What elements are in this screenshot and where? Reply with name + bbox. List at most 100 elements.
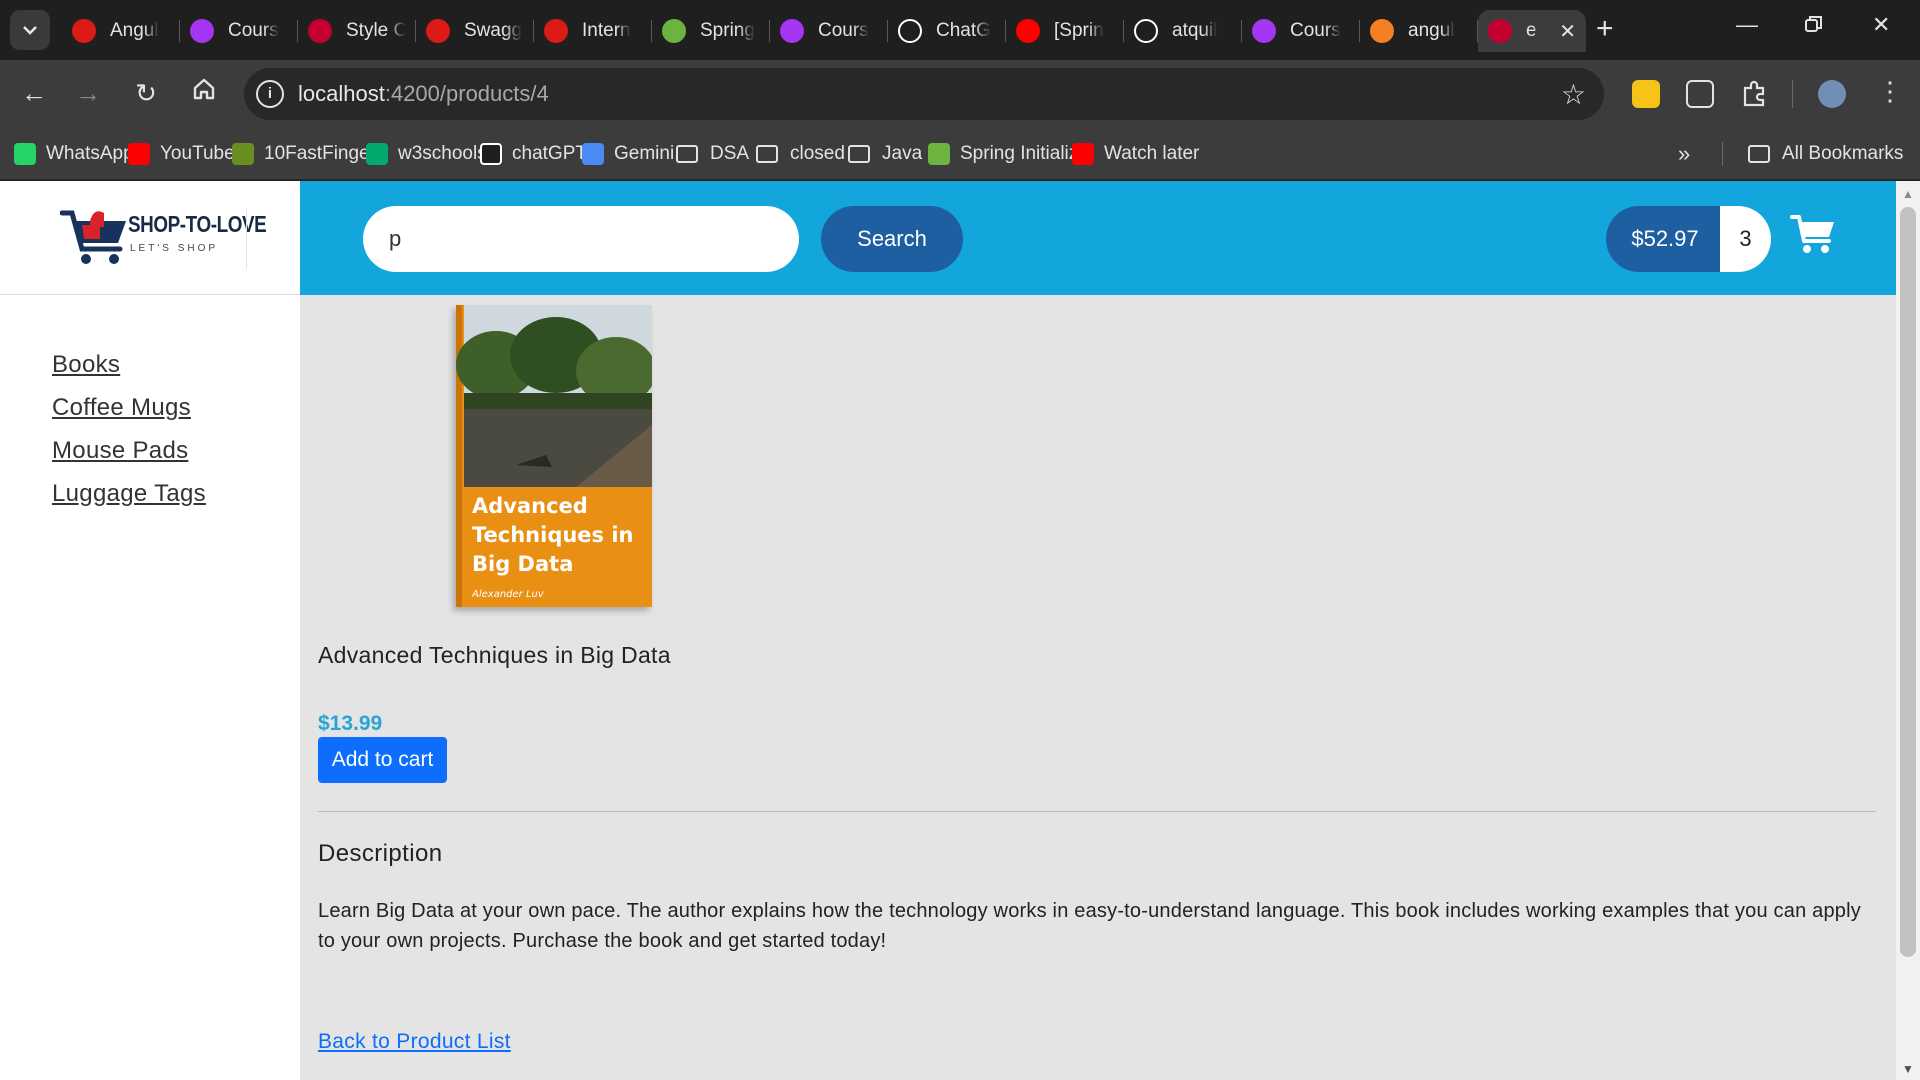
search-button[interactable]: Search <box>821 206 963 272</box>
browser-tab[interactable]: Cours <box>180 10 298 52</box>
bookmark-item[interactable]: 10FastFingers <box>232 140 385 168</box>
chevron-down-icon <box>23 26 37 35</box>
tab-search-button[interactable] <box>10 10 50 50</box>
add-to-cart-button[interactable]: Add to cart <box>318 737 447 783</box>
bookmark-item[interactable]: Watch later <box>1072 140 1199 168</box>
category-link-mouse-pads[interactable]: Mouse Pads <box>52 437 206 465</box>
cart-icon[interactable] <box>1790 213 1836 255</box>
tab-title: Cours <box>228 20 279 41</box>
bookmark-item[interactable]: w3schools <box>366 140 487 168</box>
browser-tab[interactable]: ChatG <box>888 10 1006 52</box>
cart-total: $52.97 <box>1606 206 1724 272</box>
bookmark-label: DSA <box>710 143 750 164</box>
close-tab-icon[interactable]: ✕ <box>1559 19 1576 44</box>
browser-tab[interactable]: Cours <box>1242 10 1360 52</box>
restore-icon[interactable] <box>1804 14 1824 40</box>
cart-quantity: 3 <box>1720 206 1771 272</box>
all-bookmarks-button[interactable]: All Bookmarks <box>1748 140 1903 168</box>
bookmark-label: chatGPT <box>512 143 587 164</box>
bookmark-label: WhatsApp <box>46 143 134 164</box>
reload-icon[interactable]: ↻ <box>128 78 164 108</box>
cover-author: Alexander Luv <box>471 589 545 600</box>
tab-title: Cours <box>1290 20 1341 41</box>
forward-arrow-icon[interactable]: → <box>70 78 106 108</box>
media-control-icon[interactable] <box>1686 80 1714 108</box>
all-bookmarks-label: All Bookmarks <box>1782 143 1904 164</box>
bookmark-item[interactable]: WhatsApp <box>14 140 134 168</box>
bookmark-item[interactable]: DSA <box>676 140 749 168</box>
youtube-icon <box>1072 143 1094 165</box>
category-link-books[interactable]: Books <box>52 351 206 379</box>
cover-title-line: Techniques in <box>472 523 634 547</box>
spring-icon <box>928 143 950 165</box>
address-bar[interactable]: i localhost:4200/products/4 ☆ <box>244 68 1604 120</box>
scroll-down-icon[interactable]: ▼ <box>1902 1062 1914 1076</box>
web-page: SHOP-TO-LOVE LET'S SHOP Books Coffee Mug… <box>0 181 1920 1080</box>
site-logo[interactable]: SHOP-TO-LOVE LET'S SHOP <box>0 181 300 295</box>
spring-icon <box>662 19 686 43</box>
github-icon <box>1134 19 1158 43</box>
category-link-coffee-mugs[interactable]: Coffee Mugs <box>52 394 206 422</box>
browser-tab[interactable]: e ✕ <box>1478 10 1586 52</box>
w3schools-icon <box>366 143 388 165</box>
cover-title-line: Advanced <box>472 494 588 518</box>
scroll-up-icon[interactable]: ▲ <box>1902 187 1914 201</box>
kebab-menu-icon[interactable]: ⋮ <box>1872 76 1908 106</box>
bookmark-item[interactable]: Gemini <box>582 140 674 168</box>
bookmarks-overflow-icon[interactable]: » <box>1678 140 1690 168</box>
bookmark-item[interactable]: Spring Initializr <box>928 140 1085 168</box>
tab-title: e <box>1526 20 1537 41</box>
site-info-icon[interactable]: i <box>256 80 284 108</box>
home-icon[interactable] <box>186 76 222 108</box>
udemy-icon <box>190 19 214 43</box>
tab-title: angul <box>1408 20 1455 41</box>
cover-title-line: Big Data <box>472 552 573 576</box>
browser-tab[interactable]: Swagg <box>416 10 534 52</box>
bookmark-item[interactable]: chatGPT <box>480 140 587 168</box>
category-link-luggage-tags[interactable]: Luggage Tags <box>52 480 206 508</box>
browser-tab[interactable]: Intern <box>534 10 652 52</box>
browser-tab[interactable]: atquil <box>1124 10 1242 52</box>
youtube-icon <box>128 143 150 165</box>
bookmark-item[interactable]: Java <box>848 140 922 168</box>
browser-tab[interactable]: Angul <box>62 10 180 52</box>
profile-avatar[interactable] <box>1818 80 1846 108</box>
browser-tab[interactable]: Style C <box>298 10 416 52</box>
page-scrollbar[interactable]: ▲ ▼ <box>1896 181 1920 1080</box>
back-arrow-icon[interactable]: ← <box>16 78 52 108</box>
bookmark-label: Gemini <box>614 143 675 164</box>
browser-tab[interactable]: angul <box>1360 10 1478 52</box>
folder-icon <box>1748 145 1770 163</box>
bookmarks-bar: » All Bookmarks WhatsApp YouTube 10FastFin… <box>0 128 1920 180</box>
product-name: Advanced Techniques in Big Data <box>318 642 671 668</box>
youtube-icon <box>1016 19 1040 43</box>
bookmark-item[interactable]: closed <box>756 140 845 168</box>
browser-tab[interactable]: [Sprin <box>1006 10 1124 52</box>
bookmark-star-icon[interactable]: ☆ <box>1561 78 1586 111</box>
extension-icon[interactable] <box>1632 80 1660 108</box>
browser-tab[interactable]: Cours <box>770 10 888 52</box>
extensions-puzzle-icon[interactable] <box>1740 80 1768 108</box>
new-tab-button[interactable]: + <box>1596 14 1614 44</box>
browser-tab[interactable]: Spring <box>652 10 770 52</box>
folder-icon <box>756 145 778 163</box>
close-window-icon[interactable]: ✕ <box>1872 12 1890 38</box>
tab-title: Swagg <box>464 20 523 41</box>
shopping-cart-logo-icon <box>60 210 126 264</box>
site-header: Search $52.97 3 <box>300 181 1896 295</box>
minimize-icon[interactable]: — <box>1736 12 1758 38</box>
tab-title: Style C <box>346 20 406 41</box>
tab-strip: Angul Cours Style C Swagg Intern Spring Cours C… <box>62 10 1586 52</box>
description-heading: Description <box>318 840 443 867</box>
back-to-product-list-link[interactable]: Back to Product List <box>318 1030 511 1054</box>
search-input[interactable] <box>363 206 799 272</box>
tab-title: Spring <box>700 20 755 41</box>
folder-icon <box>848 145 870 163</box>
angular-icon <box>308 19 332 43</box>
angular-icon <box>1488 19 1512 43</box>
bookmark-item[interactable]: YouTube <box>128 140 235 168</box>
stackoverflow-icon <box>1370 19 1394 43</box>
scrollbar-thumb[interactable] <box>1900 207 1916 957</box>
gemini-icon <box>582 143 604 165</box>
udemy-icon <box>1252 19 1276 43</box>
